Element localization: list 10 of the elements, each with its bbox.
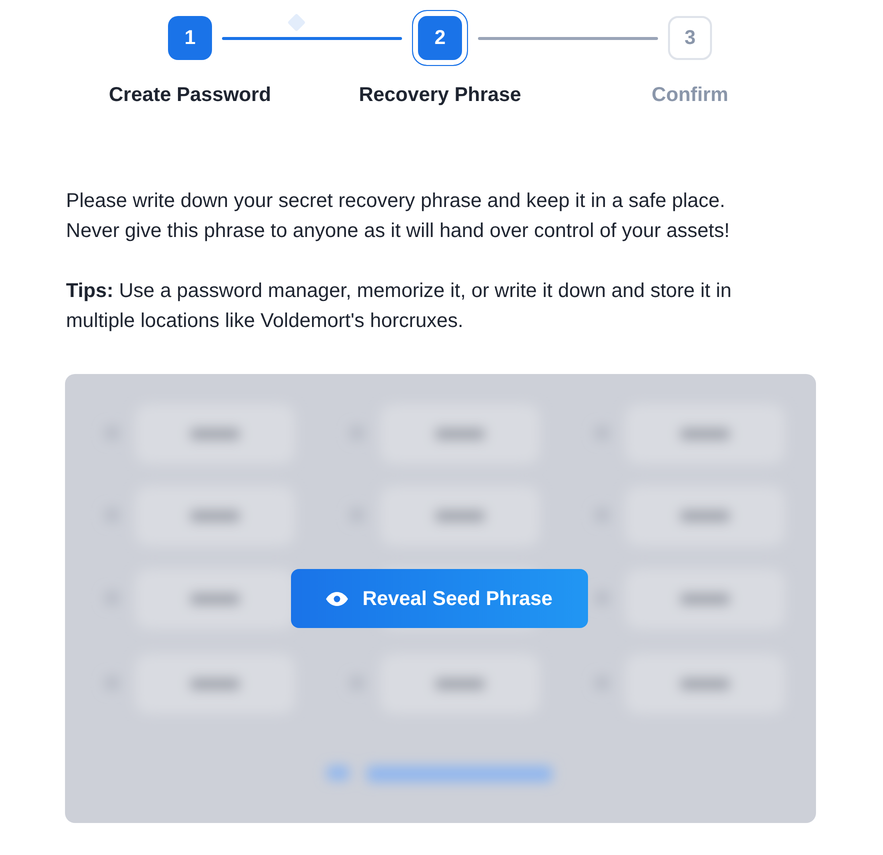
instruction-text: Please write down your secret recovery phrase and keep it in a safe place. Never give this phrase to anyone as it will hand over control of your assets!	[66, 189, 731, 244]
step-label: Create Password	[108, 83, 272, 108]
eye-icon	[326, 592, 348, 606]
step-number: 1	[168, 16, 212, 60]
instruction-text: Tips: Use a password manager, memorize it, or write it down and store it in multiple locations like Voldemort's horcruxes.	[66, 279, 732, 334]
step-number: 3	[668, 16, 712, 60]
step-label: Recovery Phrase	[358, 83, 522, 108]
reveal-seed-phrase-button[interactable]: Reveal Seed Phrase	[291, 569, 588, 628]
step-number: 2	[412, 10, 468, 66]
step-label: Confirm	[650, 83, 730, 108]
